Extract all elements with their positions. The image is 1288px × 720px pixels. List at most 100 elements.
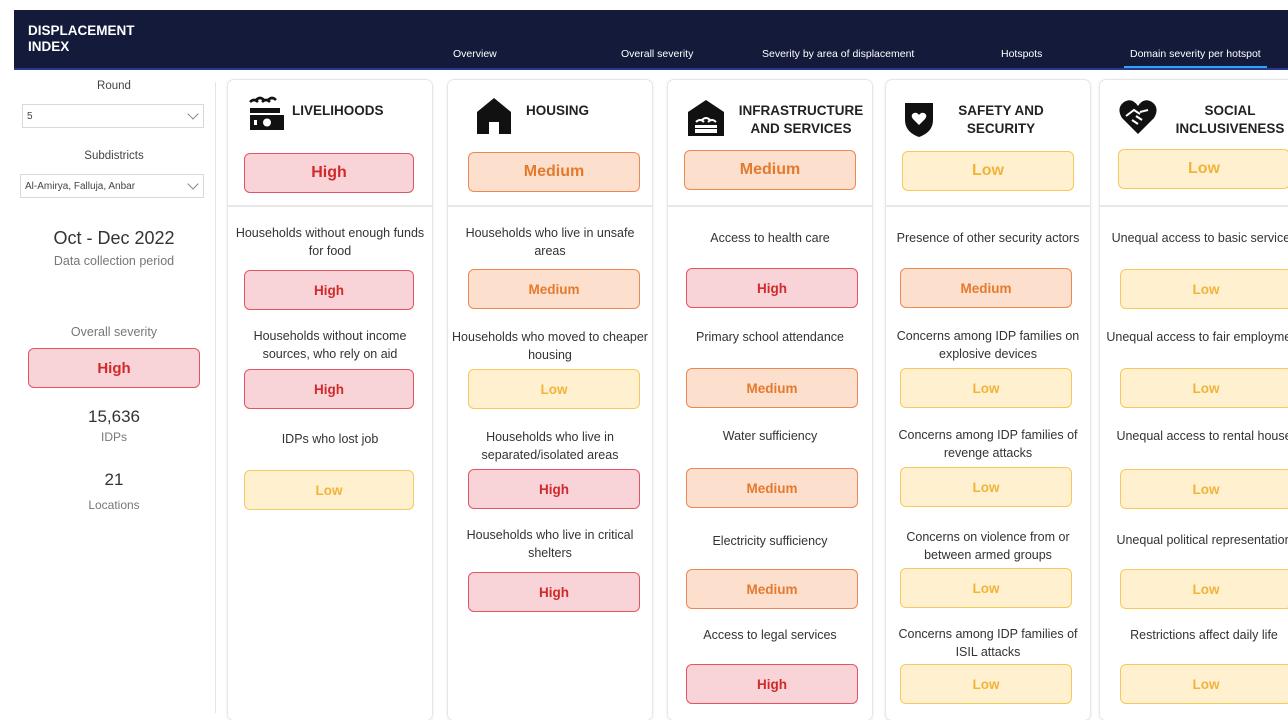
domain-title: SOCIAL INCLUSIVENESS bbox=[1170, 102, 1288, 138]
indicator-label: Unequal political representation bbox=[1116, 533, 1288, 547]
indicator-badge: Low bbox=[900, 664, 1072, 704]
indicator-label: Households without income sources, who r… bbox=[253, 329, 407, 361]
subdistricts-label: Subdistricts bbox=[84, 150, 144, 162]
indicator-badge: Medium bbox=[686, 468, 858, 508]
indicator-label: Concerns on violence from or between arm… bbox=[906, 530, 1070, 562]
domain-severity-badge: Medium bbox=[684, 150, 856, 190]
filter-panel: Round 5 Subdistricts Al-Amirya, Falluja,… bbox=[14, 72, 216, 713]
indicator-badge: Low bbox=[1120, 469, 1288, 509]
period-label: Data collection period bbox=[53, 254, 175, 268]
domain-title-line2: SECURITY bbox=[966, 121, 1036, 136]
round-label: Round bbox=[97, 80, 131, 92]
indicator-label: Households without enough funds for food bbox=[235, 226, 425, 258]
tab-hotspots[interactable]: Hotspots bbox=[1001, 48, 1042, 60]
indicator-label: Restrictions affect daily life bbox=[1130, 628, 1278, 642]
indicator-label: Concerns among IDP families of revenge a… bbox=[898, 428, 1078, 460]
chevron-down-icon bbox=[187, 178, 199, 190]
tab-severity-by-area[interactable]: Severity by area of displacement bbox=[762, 48, 914, 60]
locations-label: Locations bbox=[88, 498, 140, 512]
indicator-label: Concerns among IDP families of ISIL atta… bbox=[898, 627, 1078, 659]
tab-overview[interactable]: Overview bbox=[453, 48, 497, 60]
domain-title-line1: LIVELIHOODS bbox=[292, 103, 384, 118]
indicator-badge: High bbox=[244, 369, 414, 409]
domain-title-line1: SAFETY AND bbox=[958, 103, 1044, 118]
indicator-badge: Low bbox=[1120, 569, 1288, 609]
indicator-label: Primary school attendance bbox=[696, 330, 844, 344]
domain-severity-badge: Low bbox=[1118, 149, 1288, 189]
domain-title-line2: AND SERVICES bbox=[750, 121, 852, 136]
house-icon bbox=[474, 96, 514, 136]
tab-domain-severity-per-hotspot[interactable]: Domain severity per hotspot bbox=[1124, 48, 1267, 68]
domain-card-livelihoods: LIVELIHOODS High Households without enou… bbox=[228, 80, 432, 720]
domain-title-line1: HOUSING bbox=[526, 103, 590, 118]
indicator-badge: High bbox=[468, 469, 640, 509]
domain-title: HOUSING bbox=[526, 102, 626, 120]
domain-title-line1: SOCIAL bbox=[1204, 103, 1256, 118]
indicator-badge: High bbox=[686, 268, 858, 308]
indicator-badge: Low bbox=[900, 368, 1072, 408]
header-underline bbox=[14, 68, 1288, 70]
indicator-label: Households who live in critical shelters bbox=[466, 528, 634, 560]
domain-severity-badge: Medium bbox=[468, 152, 640, 192]
indicator-badge: Low bbox=[900, 467, 1072, 507]
indicator-label: Presence of other security actors bbox=[896, 231, 1080, 245]
subdistricts-dropdown[interactable]: Al-Amirya, Falluja, Anbar bbox=[20, 174, 204, 198]
domain-card-social: SOCIAL INCLUSIVENESS Low Unequal access … bbox=[1100, 80, 1288, 720]
domain-severity-badge: High bbox=[244, 153, 414, 193]
domain-title-line2: INCLUSIVENESS bbox=[1175, 121, 1285, 136]
locations-count: 21 bbox=[104, 470, 124, 489]
indicator-badge: Low bbox=[244, 470, 414, 510]
tab-overall-severity[interactable]: Overall severity bbox=[621, 48, 693, 60]
indicator-label: Unequal access to fair employment bbox=[1106, 330, 1288, 344]
domain-title: INFRASTRUCTURE AND SERVICES bbox=[730, 102, 872, 138]
indicator-badge: Medium bbox=[686, 368, 858, 408]
indicator-badge: Low bbox=[468, 369, 640, 409]
overall-severity-badge: High bbox=[28, 348, 200, 388]
indicator-badge: Medium bbox=[468, 269, 640, 309]
infrastructure-icon bbox=[686, 98, 726, 138]
indicator-badge: Medium bbox=[686, 569, 858, 609]
card-divider bbox=[448, 205, 652, 207]
domain-title: SAFETY AND SECURITY bbox=[936, 102, 1066, 138]
round-value: 5 bbox=[27, 111, 33, 122]
indicator-label: Access to legal services bbox=[703, 628, 837, 642]
app-title-line2: INDEX bbox=[28, 39, 70, 54]
indicator-label: Unequal access to basic services bbox=[1111, 231, 1288, 245]
indicator-badge: Low bbox=[1120, 368, 1288, 408]
card-divider bbox=[228, 205, 432, 207]
app-title: DISPLACEMENT INDEX bbox=[28, 23, 135, 55]
overall-severity-label: Overall severity bbox=[70, 325, 158, 339]
indicator-badge: Low bbox=[900, 568, 1072, 608]
indicator-label: Access to health care bbox=[710, 231, 830, 245]
indicator-label: IDPs who lost job bbox=[281, 432, 379, 446]
domain-card-housing: HOUSING Medium Households who live in un… bbox=[448, 80, 652, 720]
idps-label: IDPs bbox=[100, 430, 127, 444]
idps-count: 15,636 bbox=[88, 407, 140, 426]
period-value: Oct - Dec 2022 bbox=[53, 228, 175, 248]
domain-card-safety: SAFETY AND SECURITY Low Presence of othe… bbox=[886, 80, 1090, 720]
app-title-line1: DISPLACEMENT bbox=[28, 23, 135, 38]
domain-title-line1: INFRASTRUCTURE bbox=[738, 103, 864, 118]
indicator-label: Households who live in separated/isolate… bbox=[481, 430, 619, 462]
indicator-label: Households who moved to cheaper housing bbox=[452, 330, 648, 362]
card-divider bbox=[886, 205, 1090, 207]
domain-card-infrastructure: INFRASTRUCTURE AND SERVICES Medium Acces… bbox=[668, 80, 872, 720]
indicator-badge: Low bbox=[1120, 664, 1288, 704]
domain-severity-badge: Low bbox=[902, 151, 1074, 191]
money-wheat-icon bbox=[246, 94, 286, 134]
chevron-down-icon bbox=[187, 108, 199, 120]
indicator-label: Unequal access to rental house bbox=[1116, 429, 1288, 443]
top-bar: DISPLACEMENT INDEX Overview Overall seve… bbox=[14, 10, 1288, 70]
indicator-badge: High bbox=[244, 270, 414, 310]
indicator-label: Concerns among IDP families on explosive… bbox=[896, 329, 1080, 361]
domain-title: LIVELIHOODS bbox=[292, 102, 412, 120]
handshake-heart-icon bbox=[1118, 96, 1158, 136]
indicator-badge: Medium bbox=[900, 268, 1072, 308]
indicator-badge: High bbox=[686, 664, 858, 704]
panel-divider bbox=[215, 82, 216, 713]
round-dropdown[interactable]: 5 bbox=[22, 104, 204, 128]
indicator-label: Water sufficiency bbox=[722, 429, 818, 443]
card-divider bbox=[668, 205, 872, 207]
indicator-badge: Low bbox=[1120, 269, 1288, 309]
card-divider bbox=[1100, 205, 1288, 207]
